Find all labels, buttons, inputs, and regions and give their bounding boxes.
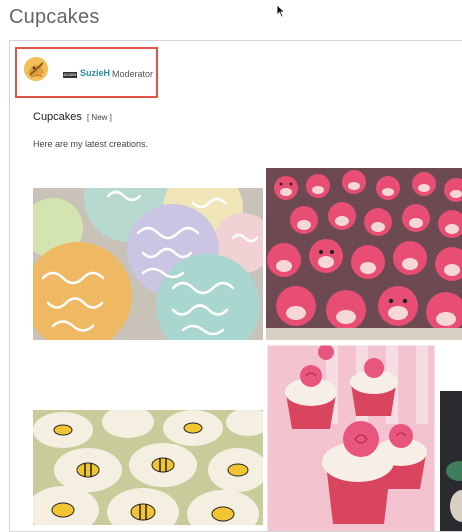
post-title: Cupcakes [ New ] <box>33 111 112 123</box>
bee-cupcakes-photo[interactable] <box>33 410 263 525</box>
pig-cupcakes-photo[interactable] <box>266 168 462 340</box>
author-rank-badge: ADMIN <box>63 72 77 78</box>
mouse-cursor-icon <box>276 4 286 18</box>
post-body: Here are my latest creations. <box>33 139 149 149</box>
post-panel: ADMIN SuzieH Moderator Cupcakes [ New ] … <box>9 40 462 532</box>
page-title: Cupcakes <box>9 6 100 28</box>
author-name-link[interactable]: SuzieH <box>80 68 110 78</box>
author-avatar[interactable] <box>24 57 48 81</box>
swirl-frosting-cupcakes-photo[interactable] <box>33 188 263 340</box>
rose-cupcakes-photo[interactable] <box>266 344 436 531</box>
post-title-text: Cupcakes <box>33 111 82 123</box>
new-tag: [ New ] <box>86 113 112 122</box>
partial-cupcake-photo[interactable] <box>440 391 462 531</box>
author-role: Moderator <box>112 69 154 79</box>
